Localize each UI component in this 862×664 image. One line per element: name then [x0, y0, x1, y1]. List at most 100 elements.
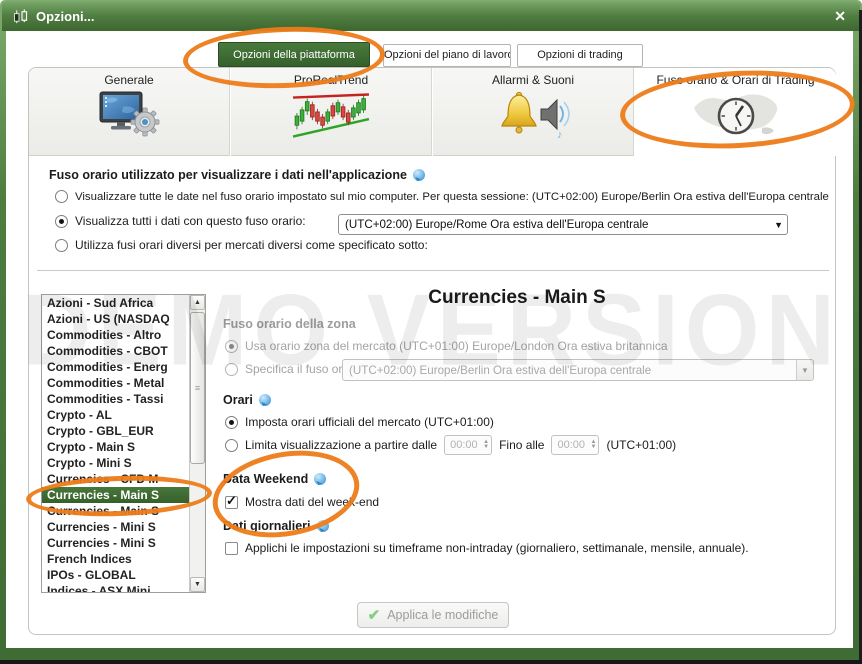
- tab-prorealtrend[interactable]: ProRealTrend: [231, 68, 432, 156]
- spinner-down-icon[interactable]: ▼: [591, 444, 597, 450]
- list-item[interactable]: Crypto - GBL_EUR: [42, 423, 189, 439]
- radio-row-computer-tz: Visualizzare tutte le date nel fuso orar…: [55, 190, 829, 203]
- check-icon: ✓: [226, 492, 237, 508]
- dialog-content: Opzioni della piattaforma Opzioni del pi…: [6, 31, 853, 648]
- zone-header-text: Fuso orario della zona: [223, 317, 356, 331]
- zone-tz-combobox[interactable]: (UTC+02:00) Europe/Berlin Ora estiva del…: [342, 359, 814, 381]
- tab-opzioni-trading[interactable]: Opzioni di trading: [517, 44, 643, 67]
- checkbox-apply-non-intraday[interactable]: ✓: [225, 541, 238, 555]
- zone-header: Fuso orario della zona: [223, 317, 356, 331]
- list-item[interactable]: Currencies - Main S: [42, 503, 189, 519]
- list-item[interactable]: Azioni - US (NASDAQ: [42, 311, 189, 327]
- list-item[interactable]: Commodities - Altro: [42, 327, 189, 343]
- radio-per-market-tz[interactable]: [55, 238, 68, 252]
- scrollbar-thumb[interactable]: ≡: [190, 312, 205, 464]
- timezone-combobox[interactable]: (UTC+02:00) Europe/Rome Ora estiva dell'…: [338, 214, 788, 235]
- tab-opzioni-piano-lavoro[interactable]: Opzioni del piano di lavoro: [383, 44, 511, 67]
- list-item[interactable]: Currencies - Mini S: [42, 535, 189, 551]
- until-label: Fino alle: [499, 438, 545, 452]
- scroll-down-icon[interactable]: ▼: [190, 577, 205, 592]
- time-to-stepper[interactable]: 00:00 ▲ ▼: [551, 435, 600, 455]
- tab-fuso-orario[interactable]: Fuso orario & Orari di Trading: [635, 68, 836, 156]
- market-list-items: Azioni - Sud Africa Azioni - US (NASDAQ Co…: [42, 295, 189, 592]
- list-item[interactable]: Azioni - Sud Africa: [42, 295, 189, 311]
- tab-generale-label: Generale: [104, 73, 154, 87]
- list-item[interactable]: Commodities - Metal: [42, 375, 189, 391]
- time-from-stepper[interactable]: 00:00 ▲ ▼: [444, 435, 493, 455]
- list-item[interactable]: Commodities - Tassi: [42, 391, 189, 407]
- list-item[interactable]: Commodities - CBOT: [42, 343, 189, 359]
- radio-custom-tz[interactable]: [55, 214, 68, 228]
- candlestick-trend-icon: [291, 89, 371, 141]
- list-item[interactable]: Crypto - Main S: [42, 439, 189, 455]
- monitor-gear-icon: [97, 89, 161, 139]
- checkbox-show-weekend-label: Mostra dati del week-end: [245, 495, 380, 509]
- radio-limit-hours[interactable]: [225, 438, 238, 452]
- worldmap-clock-icon: [688, 88, 784, 142]
- tab-allarmi-suoni[interactable]: Allarmi & Suoni ♪: [433, 68, 634, 156]
- weekend-header: Data Weekend: [223, 472, 327, 486]
- zone-tz-combobox-value: (UTC+02:00) Europe/Berlin Ora estiva del…: [349, 363, 652, 377]
- radio-row-zone-market: Usa orario zona del mercato (UTC+01:00) …: [225, 339, 668, 353]
- window-title: Opzioni...: [36, 9, 95, 24]
- tab-generale[interactable]: Generale: [29, 68, 230, 156]
- time-from-value: 00:00: [450, 439, 478, 451]
- green-check-icon: ✔: [367, 607, 381, 624]
- radio-computer-tz-label: Visualizzare tutte le date nel fuso orar…: [75, 190, 829, 203]
- radio-official-hours[interactable]: [225, 415, 238, 429]
- spinner-down-icon[interactable]: ▼: [483, 444, 489, 450]
- scrollbar[interactable]: ▲ ≡ ▼: [189, 295, 205, 592]
- radio-row-official-hours: Imposta orari ufficiali del mercato (UTC…: [225, 415, 494, 429]
- svg-text:♪: ♪: [557, 129, 563, 141]
- radio-row-per-market-tz: Utilizza fusi orari diversi per mercati …: [55, 238, 428, 252]
- close-button[interactable]: ✕: [830, 8, 850, 25]
- radio-limit-hours-label: Limita visualizzazione a partire dalle: [245, 438, 438, 452]
- radio-zone-market-label: Usa orario zona del mercato (UTC+01:00) …: [245, 339, 668, 353]
- daily-header: Dati giornalieri: [223, 519, 329, 533]
- chevron-down-icon: ▼: [774, 219, 783, 230]
- radio-custom-tz-label: Visualizza tutti i dati con questo fuso …: [75, 214, 306, 228]
- list-item[interactable]: Currencies - Main S: [42, 487, 189, 503]
- help-balloon-icon[interactable]: [412, 169, 425, 181]
- radio-row-limit-hours: Limita visualizzazione a partire dalle 0…: [225, 434, 676, 456]
- list-item[interactable]: IPOs - GLOBAL: [42, 567, 189, 583]
- tab-fuso-orario-label: Fuso orario & Orari di Trading: [656, 73, 815, 87]
- help-balloon-icon[interactable]: [314, 473, 327, 485]
- radio-computer-tz[interactable]: [55, 190, 68, 203]
- tab-prorealtrend-label: ProRealTrend: [293, 73, 369, 87]
- apply-changes-label: Applica le modifiche: [387, 608, 499, 622]
- help-balloon-icon[interactable]: [258, 394, 271, 406]
- platform-options-panel: Generale ProRealTrend Allarmi & Suoni ♪ …: [28, 67, 836, 635]
- chevron-down-icon[interactable]: ▼: [796, 360, 813, 380]
- list-item[interactable]: Indices - ASX Mini: [42, 583, 189, 592]
- checkbox-apply-non-intraday-label: Applichi le impostazioni su timeframe no…: [245, 541, 749, 555]
- hours-header-text: Orari: [223, 393, 253, 407]
- list-item[interactable]: Currencies - CFD M: [42, 471, 189, 487]
- hours-header: Orari: [223, 393, 271, 407]
- scroll-up-icon[interactable]: ▲: [190, 295, 205, 310]
- apply-changes-button[interactable]: ✔ Applica le modifiche: [357, 602, 509, 628]
- list-item[interactable]: Crypto - AL: [42, 407, 189, 423]
- list-item[interactable]: Commodities - Energ: [42, 359, 189, 375]
- window-shadow: [0, 660, 862, 664]
- candlestick-icon: [12, 8, 29, 25]
- checkbox-show-weekend[interactable]: ✓: [225, 492, 238, 509]
- radio-zone-market[interactable]: [225, 339, 238, 353]
- market-panel-title: Currencies - Main S: [428, 287, 606, 308]
- tab-opzioni-piattaforma[interactable]: Opzioni della piattaforma: [218, 42, 370, 67]
- separator: [37, 270, 829, 271]
- list-item[interactable]: Currencies - Mini S: [42, 519, 189, 535]
- radio-row-custom-tz: Visualizza tutti i dati con questo fuso …: [55, 214, 306, 228]
- options-window: Opzioni... ✕ Opzioni della piattaforma O…: [0, 0, 862, 664]
- titlebar[interactable]: Opzioni... ✕: [2, 2, 860, 31]
- help-balloon-icon[interactable]: [316, 520, 329, 532]
- time-to-value: 00:00: [557, 439, 585, 451]
- list-item[interactable]: French Indices: [42, 551, 189, 567]
- scrollbar-grip-icon: ≡: [194, 383, 201, 393]
- hours-tz-label: (UTC+01:00): [606, 438, 677, 452]
- radio-zone-specify[interactable]: [225, 362, 238, 376]
- weekend-header-text: Data Weekend: [223, 472, 309, 486]
- timezone-section-header: Fuso orario utilizzato per visualizzare …: [49, 168, 425, 182]
- radio-official-hours-label: Imposta orari ufficiali del mercato (UTC…: [245, 415, 494, 429]
- list-item[interactable]: Crypto - Mini S: [42, 455, 189, 471]
